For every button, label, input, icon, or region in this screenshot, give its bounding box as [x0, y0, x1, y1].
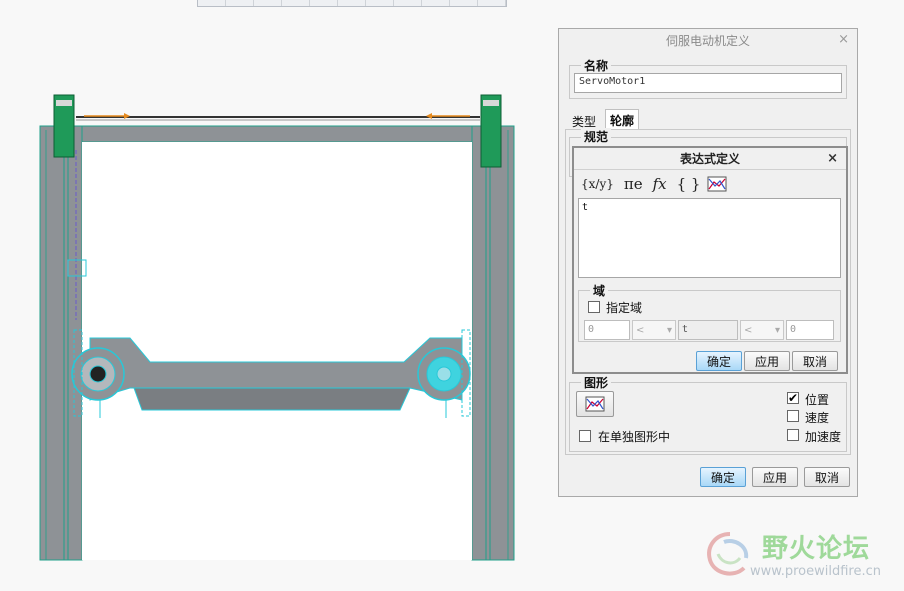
dialog-title: 伺服电动机定义: [665, 33, 750, 48]
position-checkbox[interactable]: ✔: [787, 392, 799, 404]
expression-input[interactable]: t: [578, 198, 841, 278]
specify-domain-checkbox[interactable]: [588, 301, 600, 313]
mechanism-drawing: [39, 94, 515, 561]
cancel-button[interactable]: 取消: [804, 467, 850, 487]
chevron-down-icon: ▾: [666, 324, 672, 336]
acceleration-checkbox[interactable]: [787, 429, 799, 441]
op-right-label: <: [744, 324, 753, 336]
domain-op-left[interactable]: < ▾: [632, 320, 676, 340]
close-icon[interactable]: ×: [827, 151, 838, 166]
variable-icon[interactable]: {x/y}: [578, 177, 617, 191]
dialog-title-bar: 伺服电动机定义 ×: [559, 29, 857, 51]
graph-icon[interactable]: [707, 176, 727, 192]
expression-dialog: 表达式定义 × {x/y} πe fx { } t 域 指定域 0 < ▾ t …: [572, 146, 848, 374]
bracket-icon[interactable]: { }: [674, 175, 704, 193]
specify-domain-label: 指定域: [606, 301, 643, 315]
separate-graph-label: 在单独图形中: [598, 430, 671, 444]
domain-op-right[interactable]: < ▾: [740, 320, 784, 340]
domain-var-field[interactable]: t: [678, 320, 738, 340]
acceleration-label: 加速度: [805, 430, 842, 444]
constant-icon[interactable]: πe: [621, 175, 646, 193]
velocity-label: 速度: [805, 411, 830, 425]
apply-button[interactable]: 应用: [752, 467, 798, 487]
expr-cancel-button[interactable]: 取消: [792, 351, 838, 371]
separate-graph-checkbox[interactable]: [579, 430, 591, 442]
expr-ok-button[interactable]: 确定: [696, 351, 742, 371]
velocity-checkbox[interactable]: [787, 410, 799, 422]
graph-icon: [585, 396, 605, 412]
expression-toolbar: {x/y} πe fx { }: [578, 172, 727, 196]
model-viewport[interactable]: [0, 0, 558, 591]
graph-button[interactable]: [576, 391, 614, 417]
watermark: 野火论坛 www.proewildfire.cn: [700, 528, 900, 588]
chevron-down-icon: ▾: [774, 324, 780, 336]
motor-name-input[interactable]: ServoMotor1: [574, 73, 842, 93]
expression-title-bar: 表达式定义 ×: [574, 148, 846, 170]
domain-min-field[interactable]: 0: [584, 320, 630, 340]
expression-title: 表达式定义: [679, 152, 740, 166]
ok-button[interactable]: 确定: [700, 467, 746, 487]
op-left-label: <: [636, 324, 645, 336]
function-icon[interactable]: fx: [650, 175, 670, 193]
expr-apply-button[interactable]: 应用: [744, 351, 790, 371]
close-icon[interactable]: ×: [838, 32, 849, 47]
graph-group-title: 图形: [581, 374, 612, 391]
watermark-url: www.proewildfire.cn: [750, 564, 881, 579]
name-group-title: 名称: [581, 57, 612, 74]
domain-max-field[interactable]: 0: [786, 320, 834, 340]
watermark-text: 野火论坛: [762, 534, 871, 564]
spec-group-title: 规范: [581, 128, 612, 145]
domain-group-title: 域: [590, 282, 609, 299]
top-beam: [39, 125, 515, 143]
position-label: 位置: [805, 393, 830, 407]
